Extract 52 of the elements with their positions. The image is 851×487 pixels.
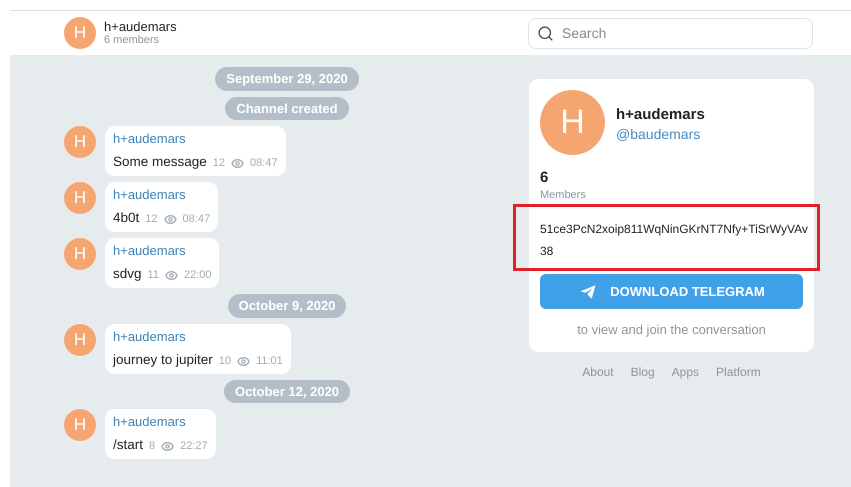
message-time: 11:01 <box>256 354 283 368</box>
search-icon <box>537 24 554 42</box>
member-number: 6 <box>540 168 550 188</box>
member-count: 6 members <box>104 34 160 47</box>
author-name[interactable]: h+audemars <box>113 413 208 431</box>
channel-username[interactable]: @baudemars <box>616 125 705 143</box>
eye-icon <box>161 440 174 453</box>
message-text: sdvg <box>113 265 142 283</box>
message-text: 4b0t <box>113 209 140 227</box>
message-text: /start <box>113 436 144 454</box>
message-time: 08:47 <box>182 212 210 227</box>
message-time: 08:47 <box>250 156 278 171</box>
author-name[interactable]: h+audemars <box>113 186 210 204</box>
channel-description: 51ce3PcN2xoip811WqNinGKrNT7Nfy+TiSrWyVAv38 <box>540 221 808 260</box>
avatar: H <box>540 90 605 155</box>
view-count: 12 <box>145 212 158 227</box>
members-label: Members <box>540 188 587 202</box>
message-time: 22:00 <box>184 268 212 283</box>
date-pill: October 12, 2020 <box>224 380 350 403</box>
date-pill: October 9, 2020 <box>228 294 346 318</box>
footer-link[interactable]: About <box>582 362 614 380</box>
footer-link[interactable]: Apps <box>672 362 700 380</box>
view-count: 10 <box>218 354 232 368</box>
avatar: H <box>64 324 96 356</box>
join-hint: to view and join the conversation <box>576 321 767 339</box>
avatar: H <box>64 409 96 441</box>
author-name[interactable]: h+audemars <box>113 242 212 260</box>
author-name[interactable]: h+audemars <box>113 328 283 346</box>
message-text: Some message <box>113 153 207 171</box>
author-name[interactable]: h+audemars <box>113 130 278 148</box>
footer-link[interactable]: Platform <box>716 362 761 380</box>
eye-icon <box>237 354 250 368</box>
channel-title: h+audemars <box>104 19 177 34</box>
date-pill: Channel created <box>225 96 349 120</box>
search-field[interactable]: Search <box>528 18 813 48</box>
message-time: 22:27 <box>180 439 208 454</box>
download-button[interactable]: DOWNLOAD TELEGRAM <box>540 274 803 309</box>
avatar: H <box>64 182 96 214</box>
view-count: 12 <box>212 156 226 171</box>
view-count: 8 <box>149 439 156 454</box>
avatar: H <box>64 126 96 158</box>
eye-icon <box>231 157 244 170</box>
view-count: 11 <box>148 268 159 283</box>
date-pill: September 29, 2020 <box>215 67 359 90</box>
paper-plane-icon <box>578 282 598 300</box>
avatar: H <box>64 17 96 49</box>
channel-name: h+audemars <box>616 105 705 125</box>
eye-icon <box>164 213 177 226</box>
avatar: H <box>64 238 96 270</box>
footer-link[interactable]: Blog <box>630 362 655 380</box>
message-text: journey to jupiter <box>113 350 213 368</box>
eye-icon <box>164 269 178 282</box>
